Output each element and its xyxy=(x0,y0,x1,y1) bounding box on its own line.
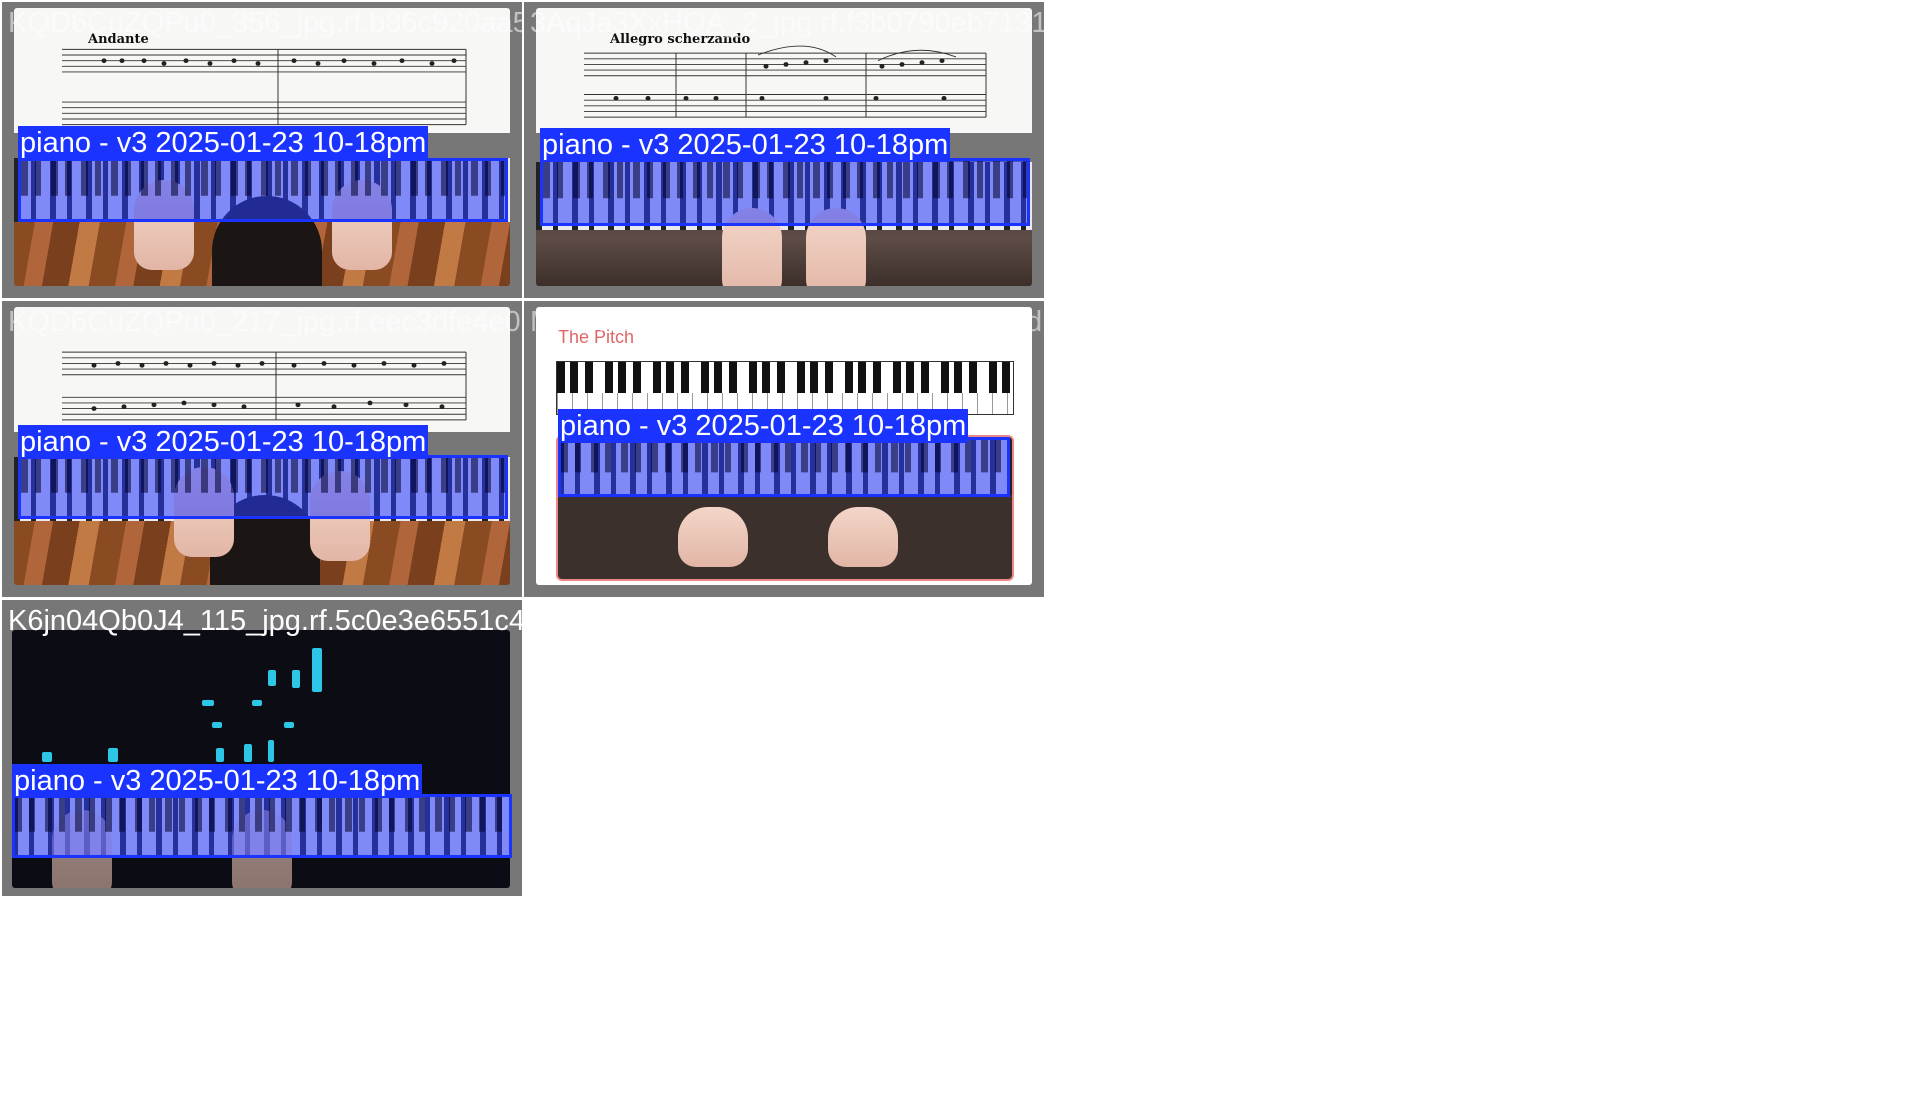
detection-box[interactable] xyxy=(18,158,508,222)
falling-note xyxy=(292,670,300,688)
image-tile-2[interactable]: 3AqJa3XxHQA_2_jpg.rf.f3b0790eb7131aefb29… xyxy=(524,2,1044,298)
right-hand xyxy=(828,507,898,567)
falling-note xyxy=(268,670,276,686)
tile-title: K6jn04Qb0J4_115_jpg.rf.5c0e3e6551c443fb0 xyxy=(8,605,522,637)
image-tile-4[interactable]: MK7rXePZXc_114_jpg.rf.adbfa5bbbe7db9f59 … xyxy=(524,301,1044,597)
detection-label: piano - v3 2025-01-23 10-18pm xyxy=(18,425,429,459)
detection-box[interactable] xyxy=(558,437,1010,497)
detection-label: piano - v3 2025-01-23 10-18pm xyxy=(540,128,951,162)
falling-note xyxy=(108,748,118,762)
falling-note xyxy=(42,752,52,762)
detection-box[interactable] xyxy=(540,158,1030,226)
tile-title: MK7rXePZXc_114_jpg.rf.adbfa5bbbe7db9f59 xyxy=(530,306,1044,338)
detection-box[interactable] xyxy=(12,794,512,858)
image-tile-1[interactable]: KQD6CuZQPu0_356_jpg.rf.b86c920aa517ee09 … xyxy=(2,2,522,298)
falling-note xyxy=(212,722,222,728)
left-hand xyxy=(678,507,748,567)
reference-keyboard xyxy=(556,361,1014,415)
tile-title: KQD6CuZQPu0_217_jpg.rf.eec3dfe4e03d89285 xyxy=(8,306,522,338)
detection-label: piano - v3 2025-01-23 10-18pm xyxy=(12,764,423,798)
image-tile-5[interactable]: K6jn04Qb0J4_115_jpg.rf.5c0e3e6551c443fb0… xyxy=(2,600,522,896)
detection-box[interactable] xyxy=(18,455,508,519)
detection-label: piano - v3 2025-01-23 10-18pm xyxy=(18,126,429,160)
tile-title: 3AqJa3XxHQA_2_jpg.rf.f3b0790eb7131aefb29 xyxy=(530,7,1044,39)
falling-note xyxy=(284,722,294,728)
falling-note xyxy=(312,648,322,692)
tile-title: KQD6CuZQPu0_356_jpg.rf.b86c920aa517ee09 xyxy=(8,7,522,39)
falling-note xyxy=(202,700,214,706)
falling-note xyxy=(216,748,224,762)
falling-note xyxy=(244,744,252,762)
falling-note xyxy=(252,700,262,706)
falling-note xyxy=(268,740,274,762)
detection-label: piano - v3 2025-01-23 10-18pm xyxy=(558,409,969,443)
image-tile-3[interactable]: KQD6CuZQPu0_217_jpg.rf.eec3dfe4e03d89285 xyxy=(2,301,522,597)
